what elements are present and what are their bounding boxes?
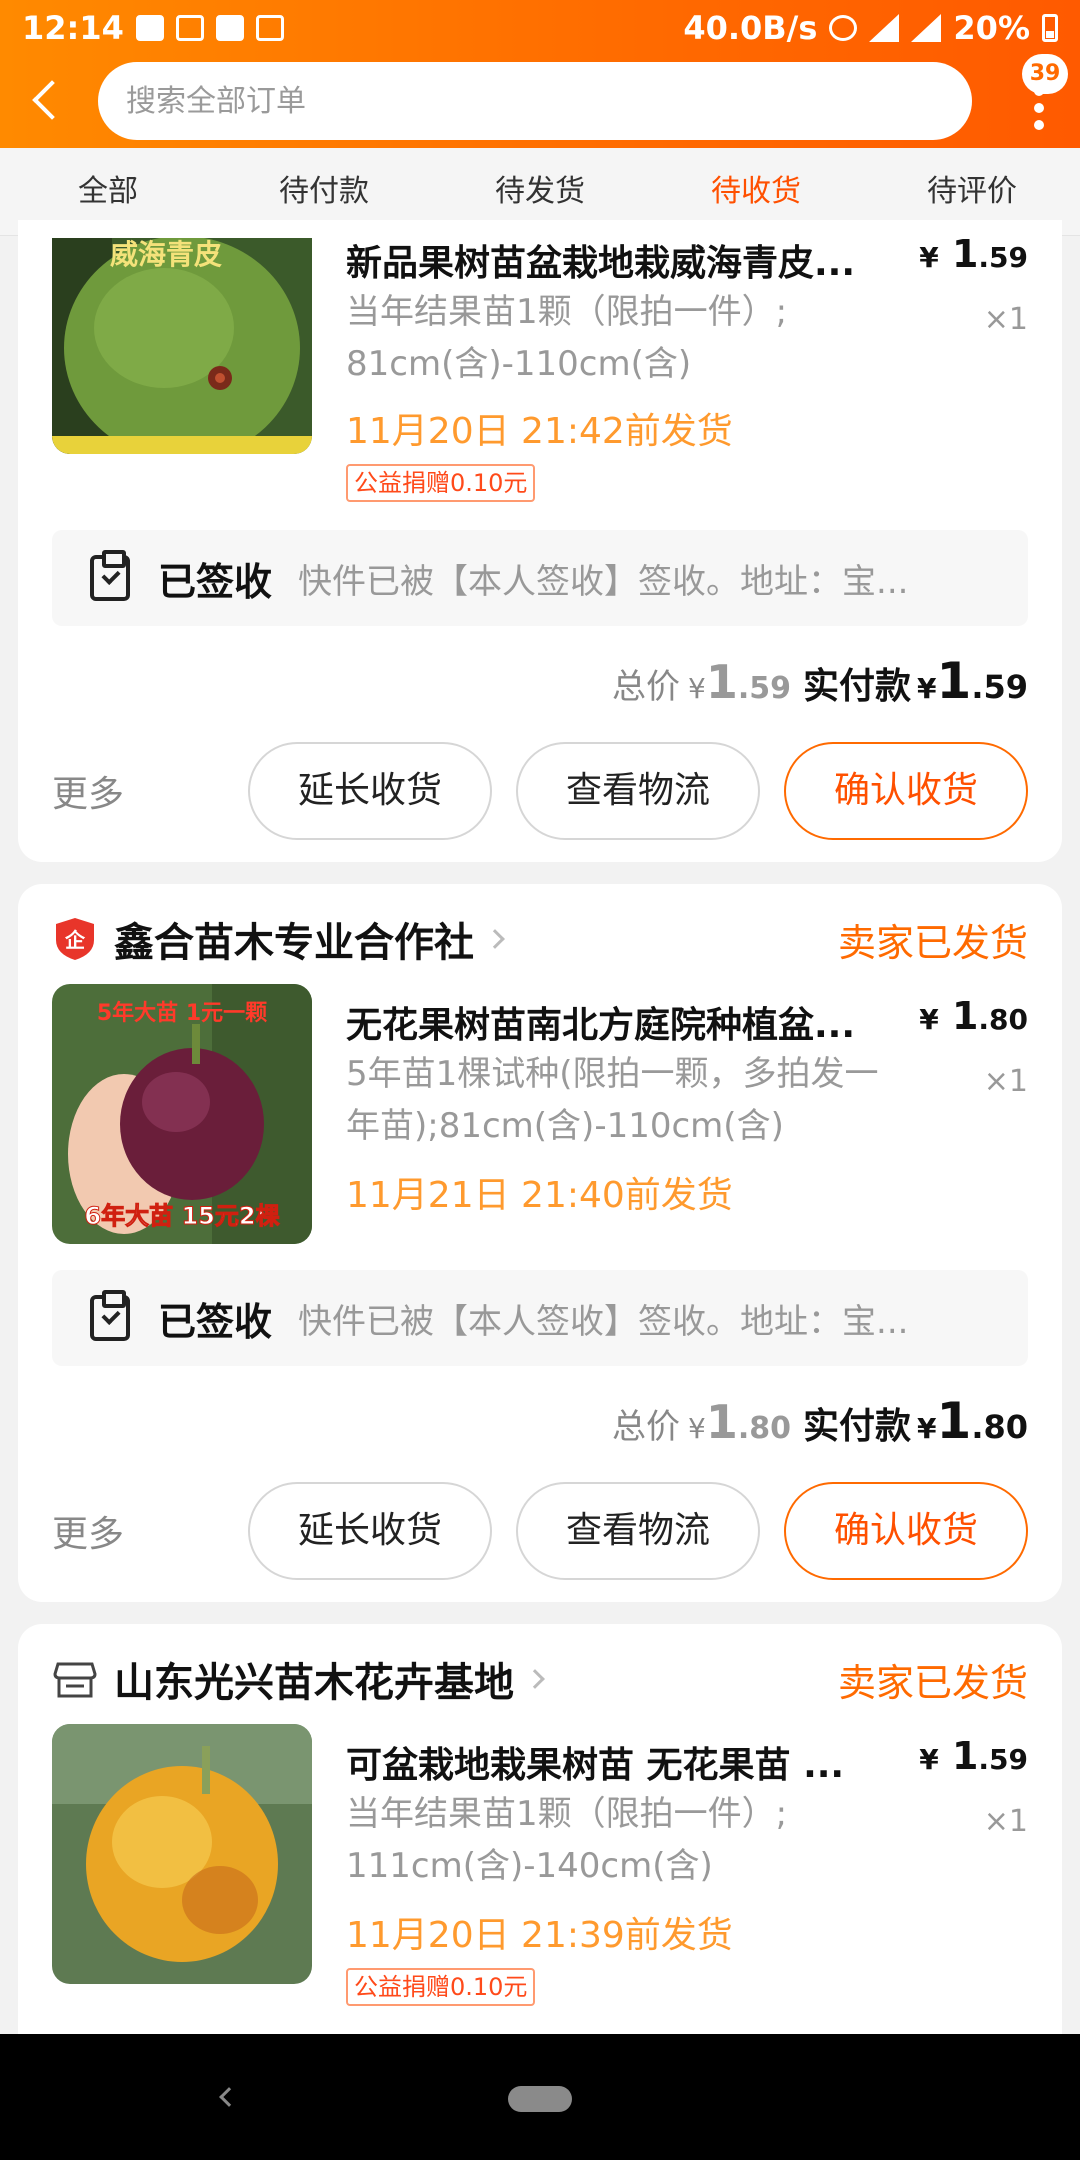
nav-back-icon[interactable] [219, 2087, 239, 2107]
donation-tag: 公益捐赠0.10元 [346, 464, 536, 502]
logistics-text: 快件已被【本人签收】签收。地址：宝... [298, 1301, 909, 1342]
product-sku: 5年苗1棵试种(限拍一颗，多拍发一年苗);81cm(含)-110cm(含) [346, 1054, 879, 1146]
search-input[interactable] [126, 83, 972, 119]
product-image[interactable] [52, 1724, 312, 1984]
store-icon [52, 1656, 98, 1702]
chat-icon [215, 15, 244, 41]
product-title[interactable]: 新品果树苗盆栽地栽威海青皮... [346, 234, 894, 286]
product-image[interactable]: 威海青皮 [52, 238, 312, 454]
clipboard-check-icon [90, 1290, 130, 1341]
more-menu-button[interactable] [1032, 86, 1046, 140]
shop-header[interactable]: 山东光兴苗木花卉基地 卖家已发货 [52, 1646, 1028, 1712]
product-qty: ×1 [983, 1064, 1028, 1099]
logistics-bar[interactable]: 已签收 快件已被【本人签收】签收。地址：宝... [52, 530, 1028, 626]
back-button[interactable] [28, 78, 68, 124]
product-sku: 当年结果苗1颗（限拍一件）; 81cm(含)-110cm(含) [346, 292, 788, 384]
ship-deadline: 11月20日 21:39前发货 [346, 1915, 733, 1956]
logistics-status: 已签收 [158, 559, 273, 604]
product-image[interactable]: 5年大苗 1元一颗 6年大苗 15元2棵 [52, 984, 312, 1244]
logistics-status: 已签收 [158, 1299, 273, 1344]
signal-4g-icon [911, 14, 942, 42]
search-row: 39 [0, 54, 1080, 148]
alarm-icon [829, 15, 858, 41]
system-nav-bar [0, 2034, 1080, 2160]
svg-text:企: 企 [64, 928, 86, 952]
order-totals: 总价 ¥ 1 .80 实付款 ¥ 1 .80 [612, 1392, 1028, 1450]
product-title[interactable]: 可盆栽地栽果树苗 无花果苗 ... [346, 1736, 894, 1788]
product-title[interactable]: 无花果树苗南北方庭院种植盆... [346, 996, 894, 1048]
product-price: ¥ 1.59 [919, 232, 1028, 276]
shop-name[interactable]: 山东光兴苗木花卉基地 [114, 1650, 514, 1708]
view-logistics-button[interactable]: 查看物流 [516, 742, 760, 840]
status-bar: 12:14 40.0B/s 20% [0, 0, 1080, 56]
ship-deadline: 11月20日 21:42前发货 [346, 411, 733, 452]
donation-tag: 公益捐赠0.10元 [346, 1968, 536, 2006]
enterprise-shield-icon: 企 [52, 916, 98, 962]
extend-receipt-button[interactable]: 延长收货 [248, 742, 492, 840]
order-totals: 总价 ¥ 1 .59 实付款 ¥ 1 .59 [612, 652, 1028, 710]
ship-deadline: 11月21日 21:40前发货 [346, 1175, 733, 1216]
product-qty: ×1 [983, 1804, 1028, 1839]
nav-home-pill[interactable] [508, 2086, 572, 2112]
tiktok-icon [175, 15, 204, 41]
order-actions: 更多 延长收货 查看物流 确认收货 [52, 1482, 1028, 1580]
chevron-right-icon [485, 929, 505, 949]
net-speed: 40.0B/s [683, 9, 818, 47]
order-status: 卖家已发货 [837, 1660, 1028, 1705]
chevron-right-icon [525, 1669, 545, 1689]
signal-icon [869, 14, 900, 42]
shop-header[interactable]: 企 鑫合苗木专业合作社 卖家已发货 [52, 906, 1028, 972]
product-price: ¥ 1.80 [919, 994, 1028, 1038]
confirm-receipt-button[interactable]: 确认收货 [784, 1482, 1028, 1580]
order-card: 威海青皮 新品果树苗盆栽地栽威海青皮... ¥ 1.59 当年结果苗1颗（限拍一… [18, 220, 1062, 862]
order-status: 卖家已发货 [837, 920, 1028, 965]
logistics-text: 快件已被【本人签收】签收。地址：宝... [298, 561, 909, 602]
status-time: 12:14 [22, 9, 124, 47]
extend-receipt-button[interactable]: 延长收货 [248, 1482, 492, 1580]
more-link[interactable]: 更多 [52, 1505, 124, 1557]
image-caption-bottom: 6年大苗 15元2棵 [84, 1202, 279, 1230]
message-icon [135, 15, 164, 41]
more-link[interactable]: 更多 [52, 765, 124, 817]
image-caption-top: 5年大苗 1元一颗 [97, 1000, 267, 1026]
order-card: 企 鑫合苗木专业合作社 卖家已发货 5年大苗 1元一颗 6年大苗 15元2棵 无… [18, 884, 1062, 1602]
product-sku: 当年结果苗1颗（限拍一件）; 111cm(含)-140cm(含) [346, 1794, 788, 1886]
header: 12:14 40.0B/s 20% 39 [0, 0, 1080, 148]
logistics-bar[interactable]: 已签收 快件已被【本人签收】签收。地址：宝... [52, 1270, 1028, 1366]
product-qty: ×1 [983, 302, 1028, 337]
battery-icon [1042, 14, 1058, 42]
order-card: 山东光兴苗木花卉基地 卖家已发货 可盆栽地栽果树苗 无花果苗 ... ¥ 1.5… [18, 1624, 1062, 2044]
clipboard-check-icon [90, 550, 130, 601]
view-logistics-button[interactable]: 查看物流 [516, 1482, 760, 1580]
search-box[interactable] [98, 62, 972, 140]
image-caption: 威海青皮 [110, 238, 222, 271]
confirm-receipt-button[interactable]: 确认收货 [784, 742, 1028, 840]
product-price: ¥ 1.59 [919, 1734, 1028, 1778]
message-badge: 39 [1022, 54, 1068, 94]
image-icon [255, 15, 284, 41]
battery-percent: 20% [953, 9, 1030, 47]
shop-name[interactable]: 鑫合苗木专业合作社 [114, 910, 474, 968]
order-actions: 更多 延长收货 查看物流 确认收货 [52, 742, 1028, 840]
